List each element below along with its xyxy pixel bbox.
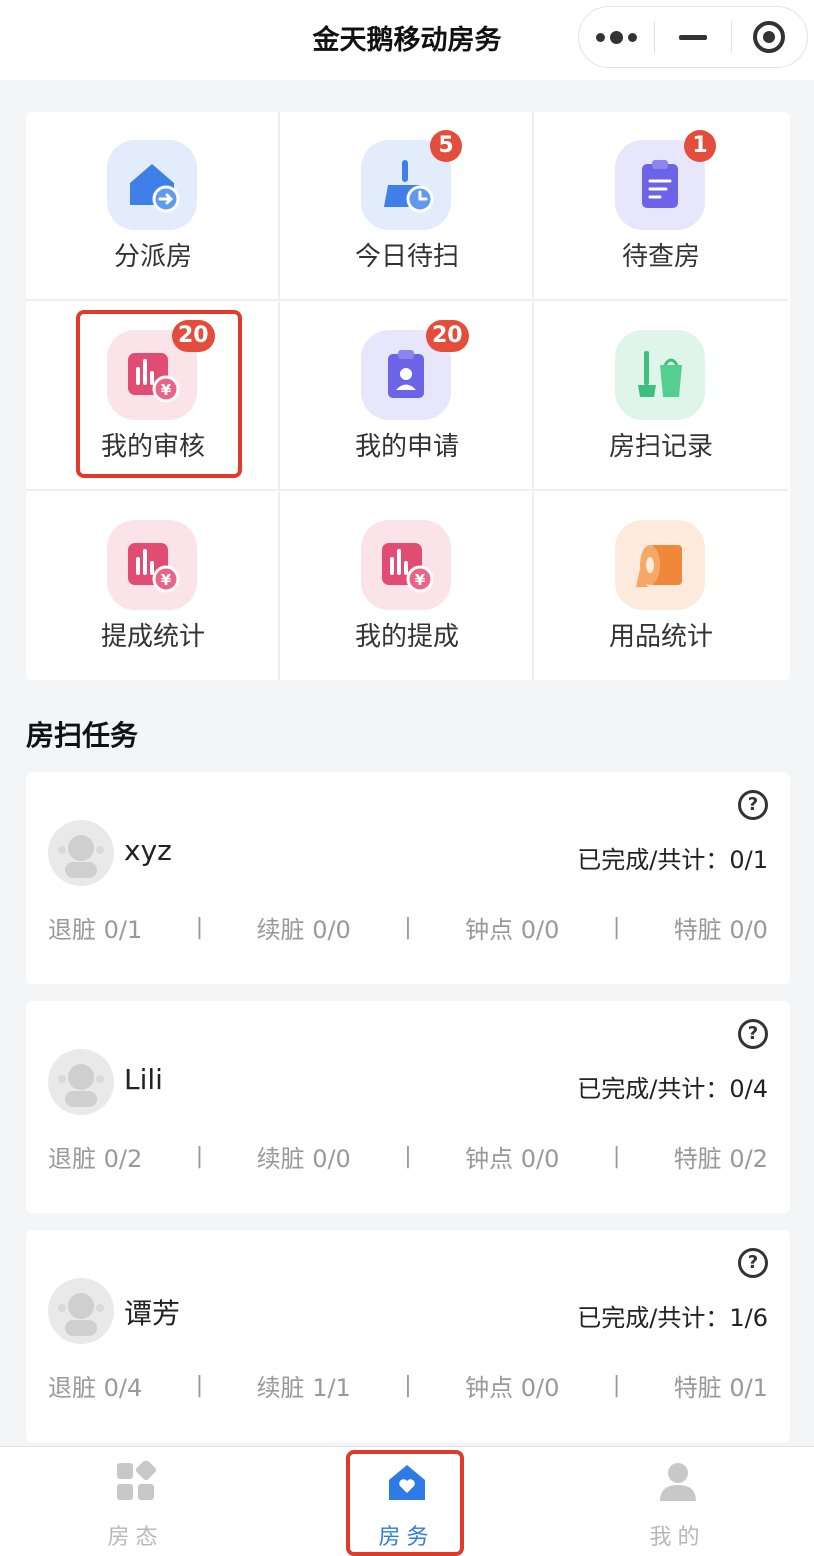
notification-badge: 1 <box>684 130 716 162</box>
task-stats: 退脏 0/4 | 续脏 1/1 | 钟点 0/0 | 特脏 0/1 <box>48 1368 768 1403</box>
task-card[interactable]: ? xyz 已完成/共计：0/1 退脏 0/1 | 续脏 0/0 | 钟点 0/… <box>26 772 790 984</box>
menu-item-pending-inspection[interactable]: 1 待查房 <box>534 112 788 301</box>
stat-checkout-dirty: 退脏 0/1 <box>48 916 143 944</box>
menu-item-label: 我的提成 <box>354 622 459 652</box>
tab-housekeeping[interactable]: 房务 <box>271 1447 542 1556</box>
menu-item-label: 我的申请 <box>354 432 459 462</box>
menu-item-label: 用品统计 <box>608 622 713 652</box>
task-stats: 退脏 0/1 | 续脏 0/0 | 钟点 0/0 | 特脏 0/0 <box>48 910 768 945</box>
menu-item-label: 提成统计 <box>100 622 205 652</box>
chart-yen-icon: ¥ <box>361 520 451 610</box>
stat-special-dirty: 特脏 0/0 <box>673 916 768 944</box>
user-icon <box>660 1463 696 1501</box>
menu-item-label: 分派房 <box>113 242 192 272</box>
navigation-bar: 金天鹅移动房务 <box>0 0 814 80</box>
function-grid: 分派房 5 今日待扫 1 待查房 ¥ 20 我的审核 20 我的申请 房扫记录 … <box>26 112 790 680</box>
avatar <box>48 1278 114 1344</box>
progress-summary: 已完成/共计：1/6 <box>577 1304 768 1332</box>
avatar <box>48 820 114 886</box>
stat-special-dirty: 特脏 0/2 <box>673 1145 768 1173</box>
menu-item-my-application[interactable]: 20 我的申请 <box>280 302 534 491</box>
menu-item-label: 今日待扫 <box>354 242 459 272</box>
menu-item-label: 房扫记录 <box>608 432 713 462</box>
stat-stayover-dirty: 续脏 0/0 <box>256 916 351 944</box>
notification-badge: 20 <box>172 320 215 352</box>
help-icon[interactable]: ? <box>738 790 768 820</box>
stat-hourly: 钟点 0/0 <box>465 916 560 944</box>
tab-label: 房态 <box>107 1525 164 1550</box>
tissue-roll-icon <box>615 520 705 610</box>
progress-summary: 已完成/共计：0/1 <box>577 846 768 874</box>
mini-program-capsule <box>578 6 808 68</box>
menu-item-my-review[interactable]: ¥ 20 我的审核 <box>26 302 280 491</box>
chart-yen-icon: ¥ <box>107 520 197 610</box>
stat-stayover-dirty: 续脏 1/1 <box>256 1374 351 1402</box>
menu-item-commission-stats[interactable]: ¥ 提成统计 <box>26 492 280 680</box>
help-icon[interactable]: ? <box>738 1248 768 1278</box>
stat-checkout-dirty: 退脏 0/4 <box>48 1374 143 1402</box>
more-dots-icon <box>596 30 638 44</box>
menu-item-clean-records[interactable]: 房扫记录 <box>534 302 788 491</box>
stat-checkout-dirty: 退脏 0/2 <box>48 1145 143 1173</box>
stat-special-dirty: 特脏 0/1 <box>673 1374 768 1402</box>
section-title: 房扫任务 <box>26 719 139 752</box>
minimize-icon <box>679 34 707 40</box>
stat-hourly: 钟点 0/0 <box>465 1145 560 1173</box>
house-heart-icon <box>389 1465 425 1500</box>
menu-item-my-commission[interactable]: ¥ 我的提成 <box>280 492 534 680</box>
menu-item-today-clean[interactable]: 5 今日待扫 <box>280 112 534 301</box>
close-button[interactable] <box>732 7 807 67</box>
menu-item-assign-room[interactable]: 分派房 <box>26 112 280 301</box>
tab-profile[interactable]: 我的 <box>542 1447 813 1556</box>
task-card[interactable]: ? Lili 已完成/共计：0/4 退脏 0/2 | 续脏 0/0 | 钟点 0… <box>26 1001 790 1213</box>
menu-item-supplies-stats[interactable]: 用品统计 <box>534 492 788 680</box>
menu-item-label: 待查房 <box>621 242 700 272</box>
mop-bucket-icon <box>615 330 705 420</box>
svg-text:¥: ¥ <box>415 571 426 589</box>
minimize-button[interactable] <box>655 7 730 67</box>
svg-text:¥: ¥ <box>161 381 172 399</box>
bottom-tab-bar: 房态 房务 我的 <box>0 1446 814 1556</box>
progress-summary: 已完成/共计：0/4 <box>577 1075 768 1103</box>
help-icon[interactable]: ? <box>738 1019 768 1049</box>
room-status-icon <box>117 1461 157 1500</box>
task-card[interactable]: ? 谭芳 已完成/共计：1/6 退脏 0/4 | 续脏 1/1 | 钟点 0/0… <box>26 1230 790 1442</box>
more-button[interactable] <box>579 7 654 67</box>
house-assign-icon <box>107 140 197 230</box>
stat-hourly: 钟点 0/0 <box>465 1374 560 1402</box>
tab-label: 我的 <box>649 1525 706 1550</box>
svg-text:¥: ¥ <box>161 571 172 589</box>
task-stats: 退脏 0/2 | 续脏 0/0 | 钟点 0/0 | 特脏 0/2 <box>48 1139 768 1174</box>
tab-label: 房务 <box>378 1525 435 1550</box>
avatar <box>48 1049 114 1115</box>
staff-name: Lili <box>124 1063 163 1096</box>
tab-room-status[interactable]: 房态 <box>0 1447 271 1556</box>
staff-name: 谭芳 <box>124 1297 181 1330</box>
target-close-icon <box>753 21 786 53</box>
staff-name: xyz <box>124 834 172 867</box>
stat-stayover-dirty: 续脏 0/0 <box>256 1145 351 1173</box>
menu-item-label: 我的审核 <box>100 432 205 462</box>
notification-badge: 20 <box>426 320 469 352</box>
notification-badge: 5 <box>430 130 462 162</box>
